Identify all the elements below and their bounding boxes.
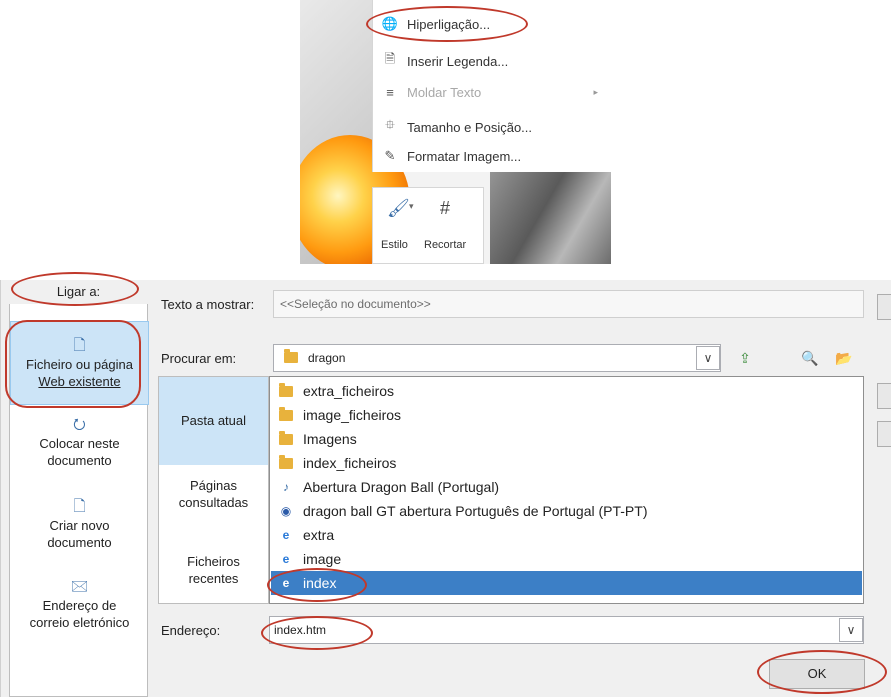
screen-tip-button[interactable] [877,294,891,320]
list-item[interactable]: ♪ Abertura Dragon Ball (Portugal) [271,475,862,499]
html-file-icon: e [282,552,290,566]
audio-file-icon: ♪ [283,480,289,494]
menu-item-wrap-text[interactable]: ≡ Moldar Texto ▸ [373,76,611,108]
browsed-pages-tab[interactable]: Páginas consultadas [159,473,268,529]
file-list: extra_ficheiros image_ficheiros Imagens … [269,376,864,604]
menu-item-label: Hiperligação... [407,16,491,32]
html-file-icon: e [282,576,290,590]
ok-button[interactable]: OK [769,659,865,689]
chevron-down-icon[interactable]: ∨ [696,346,720,370]
address-field[interactable]: index.htm [269,616,864,644]
side-item-label: consultadas [178,495,249,510]
browse-sidebar: Pasta atual Páginas consultadas Ficheiro… [158,376,269,604]
hyperlink-icon: 🌐 [381,16,399,31]
menu-item-size-position[interactable]: ⯐ Tamanho e Posição... [373,111,611,143]
link-to-label: documento [47,535,112,550]
email-address-icon: 🖂 [70,578,89,595]
list-item[interactable]: Imagens [271,427,862,451]
text-to-display-label: Texto a mostrar: [161,297,255,312]
web-page-icon: 🗋 [73,337,86,354]
menu-item-label: Formatar Imagem... [407,148,522,164]
bookmark-button[interactable] [877,383,891,409]
new-document-icon: 🗋 [73,498,86,515]
link-to-existing-file[interactable]: 🗋 Ficheiro ou página Web existente [10,321,149,405]
style-icon[interactable]: 🖌 [387,198,410,219]
mini-toolbar: 🖌 ▾ # Estilo Recortar [372,187,484,264]
crop-icon[interactable]: # [440,198,450,219]
menu-item-label: Tamanho e Posição... [407,119,533,135]
link-to-label: Web existente [38,374,121,389]
link-to-place-in-document[interactable]: ⭮ Colocar neste documento [10,415,149,485]
caption-icon: 🗎 [384,51,396,66]
link-to-panel: 🗋 Ficheiro ou página Web existente ⭮ Col… [9,280,149,697]
link-to-label: Endereço de [42,598,117,613]
link-to-label: documento [47,453,112,468]
list-item-selected[interactable]: e index [271,571,862,595]
format-image-icon: ✎ [384,148,396,163]
look-in-dropdown[interactable]: dragon [273,344,721,372]
recent-files-tab[interactable]: Ficheiros recentes [159,553,268,601]
style-button-label[interactable]: Estilo [381,239,408,251]
link-to-label: Criar novo [49,518,110,533]
browse-file-icon[interactable]: 📂 [830,345,858,371]
link-to-label: Ficheiro ou página [26,357,133,372]
place-in-document-icon: ⭮ [73,416,86,433]
crop-button-label[interactable]: Recortar [424,239,466,251]
current-folder-tab[interactable]: Pasta atual [159,377,268,465]
insert-hyperlink-dialog: 🗋 Ficheiro ou página Web existente ⭮ Col… [0,272,891,697]
menu-item-insert-caption[interactable]: 🗎 Inserir Legenda... [373,45,611,77]
link-to-header: Ligar a: [9,280,148,304]
link-to-label: correio eletrónico [29,615,130,630]
character-image [490,160,611,264]
text-to-display-field[interactable]: <<Seleção no documento>> [273,290,864,318]
size-position-icon: ⯐ [385,117,395,132]
side-item-label: Ficheiros [187,554,240,569]
context-menu: 🌐 Hiperligação... 🗎 Inserir Legenda... ≡… [372,0,611,172]
chevron-down-icon[interactable]: ∨ [839,618,863,642]
folder-icon [279,430,293,445]
list-item[interactable]: extra_ficheiros [271,379,862,403]
side-item-label: Pasta atual [180,413,247,428]
menu-item-label: Moldar Texto [407,84,482,100]
link-to-new-document[interactable]: 🗋 Criar novo documento [10,497,149,565]
browse-web-icon[interactable]: 🔍 [796,345,824,371]
link-to-label: Colocar neste [39,436,120,451]
chevron-down-icon[interactable]: ▾ [409,201,414,212]
list-item[interactable]: image_ficheiros [271,403,862,427]
menu-item-label: Inserir Legenda... [407,53,509,69]
menu-item-format-image[interactable]: ✎ Formatar Imagem... [373,140,611,172]
menu-item-hyperlink[interactable]: 🌐 Hiperligação... [373,8,611,40]
side-item-label: recentes [188,571,239,586]
look-in-value: dragon [308,351,346,365]
address-label: Endereço: [161,623,221,638]
side-item-label: Páginas [190,478,237,493]
html-file-icon: e [282,528,290,542]
look-in-label: Procurar em: [161,351,237,366]
list-item[interactable]: e image [271,547,862,571]
up-folder-icon[interactable]: ⇪ [731,345,759,371]
wrap-text-icon: ≡ [386,84,394,100]
folder-icon [284,349,298,363]
folder-icon [279,406,293,421]
submenu-arrow-icon: ▸ [593,86,598,97]
link-to-email-address[interactable]: 🖂 Endereço de correio eletrónico [10,577,149,647]
list-item[interactable]: e extra [271,523,862,547]
context-menu-screenshot: 🌐 Hiperligação... 🗎 Inserir Legenda... ≡… [300,0,611,264]
list-item[interactable]: ◉ dragon ball GT abertura Português de Po… [271,499,862,523]
folder-icon [279,382,293,397]
folder-icon [279,454,293,469]
target-frame-button[interactable] [877,421,891,447]
video-file-icon: ◉ [280,504,292,518]
list-item[interactable]: index_ficheiros [271,451,862,475]
